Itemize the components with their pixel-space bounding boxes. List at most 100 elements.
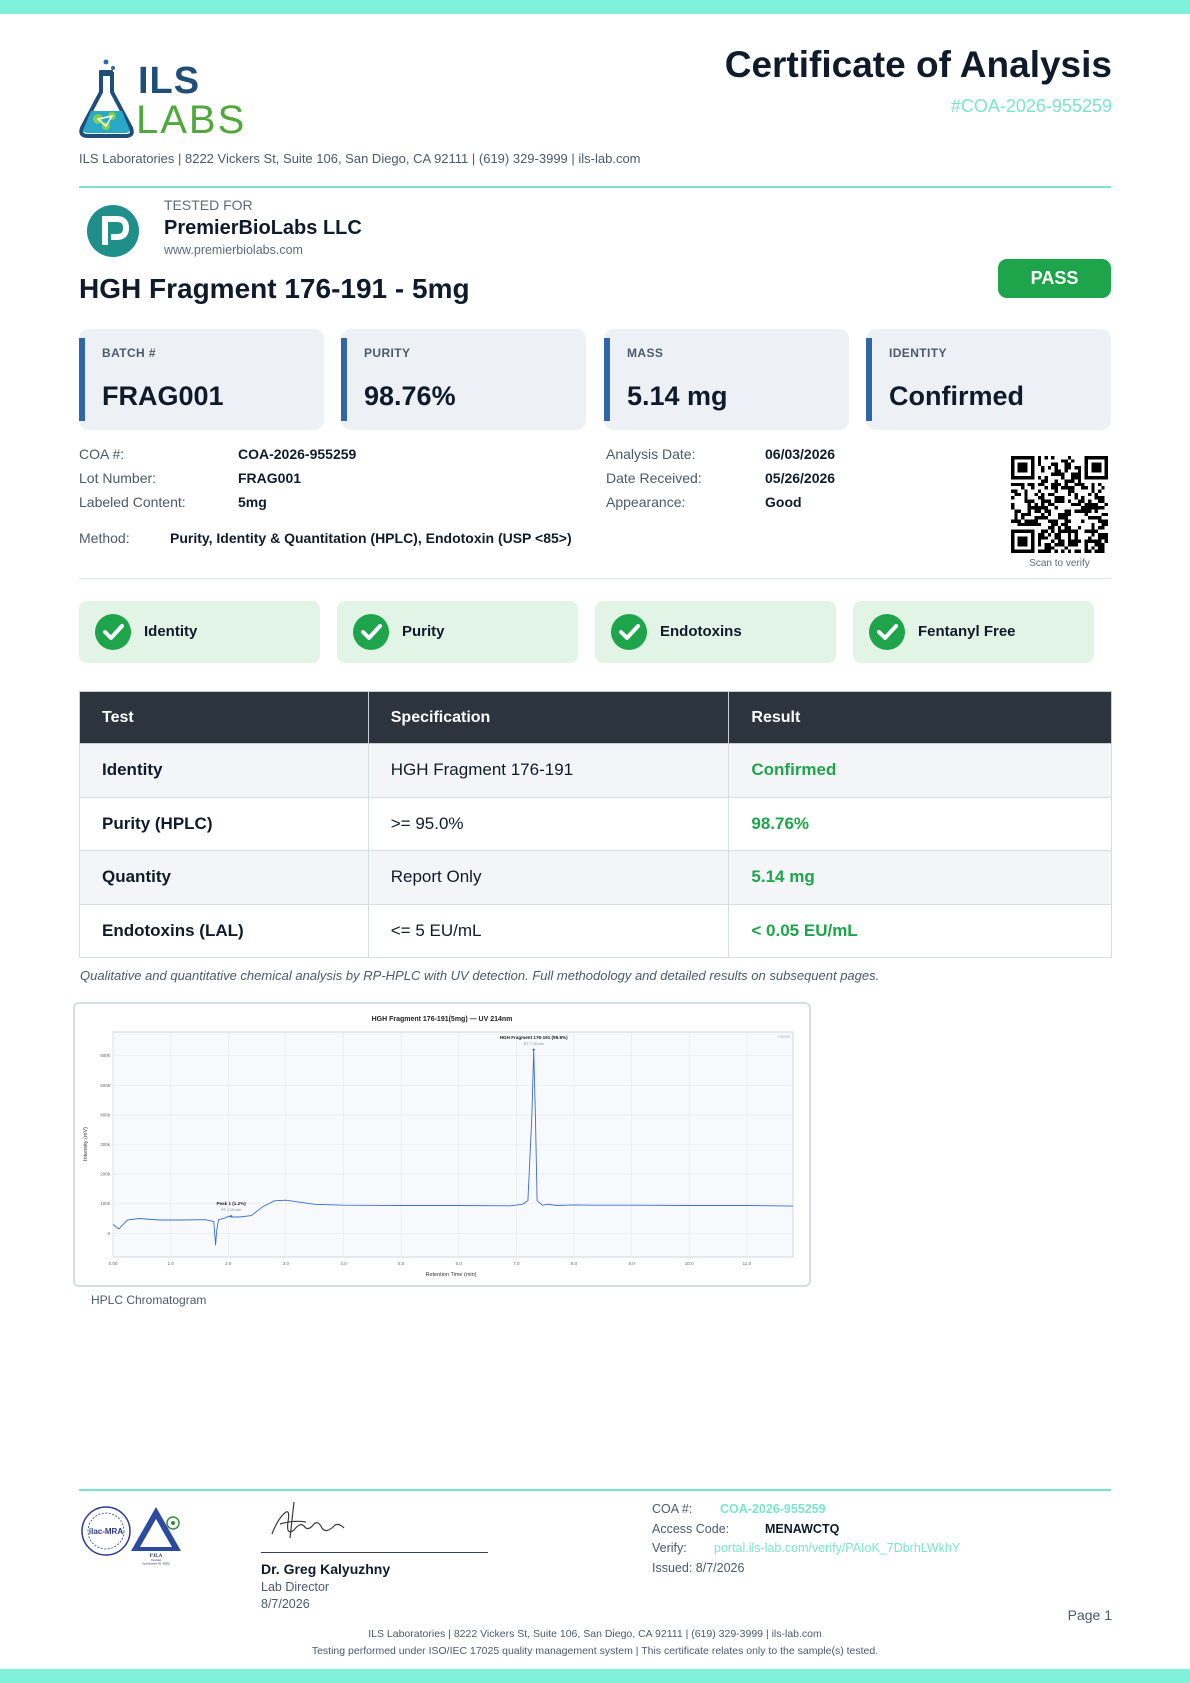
qr-module <box>1031 476 1035 480</box>
flask-icon <box>79 59 134 138</box>
qr-module <box>1041 469 1045 473</box>
qr-module <box>1094 502 1098 507</box>
qr-module <box>1027 499 1032 503</box>
qr-module <box>1061 486 1065 490</box>
qr-module <box>1034 502 1038 507</box>
qr-module <box>1077 499 1082 503</box>
qr-module <box>1067 456 1072 460</box>
accreditation-seals: ilac-MRA PJLA Testing Accreditation No. … <box>81 1503 185 1566</box>
qr-module <box>1047 549 1052 553</box>
qr-module <box>1094 496 1098 500</box>
qr-module <box>1104 536 1108 540</box>
qr-module <box>1024 456 1028 460</box>
lab-address: ILS Laboratories | 8222 Vickers St, Suit… <box>79 151 641 166</box>
qr-module <box>1061 459 1065 463</box>
qr-module <box>1104 532 1108 537</box>
qr-module <box>1091 532 1095 537</box>
qr-module <box>1014 476 1018 480</box>
detail-value: 5mg <box>238 494 267 510</box>
qr-module <box>1037 459 1042 463</box>
qr-module <box>1077 466 1082 470</box>
verify-link[interactable]: portal.ils-lab.com/verify/PAIoK_7DbrhLWk… <box>714 1541 960 1555</box>
qr-module <box>1014 516 1018 520</box>
qr-module <box>1071 459 1075 463</box>
qr-code-icon[interactable] <box>1011 456 1108 553</box>
qr-module <box>1074 532 1078 537</box>
qr-module <box>1087 529 1092 533</box>
qr-module <box>1067 499 1072 503</box>
qr-module <box>1037 462 1042 467</box>
qr-module <box>1097 462 1102 467</box>
qr-module <box>1061 522 1065 527</box>
qr-module <box>1087 549 1092 553</box>
qr-module <box>1034 516 1038 520</box>
qr-module <box>1047 512 1052 517</box>
qr-module <box>1024 536 1028 540</box>
qr-module <box>1041 466 1045 470</box>
qr-module <box>1064 469 1068 473</box>
qr-module <box>1054 536 1058 540</box>
qr-module <box>1064 529 1068 533</box>
qr-module <box>1061 499 1065 503</box>
qr-module <box>1041 496 1045 500</box>
qr-module <box>1104 512 1108 517</box>
qr-module <box>1024 489 1028 493</box>
qr-module <box>1021 486 1025 490</box>
qr-module <box>1011 529 1015 533</box>
client-name: PremierBioLabs LLC <box>164 217 362 239</box>
x-tick-label: 9.0 <box>629 1261 636 1266</box>
qr-module <box>1071 476 1075 480</box>
pass-badge: PASS <box>998 259 1111 298</box>
qr-module <box>1011 459 1015 463</box>
x-tick-label: 4.0 <box>340 1261 347 1266</box>
qr-module <box>1047 526 1052 530</box>
signer-role: Lab Director <box>261 1580 330 1594</box>
qr-module <box>1024 469 1028 473</box>
qr-module <box>1097 469 1102 473</box>
qr-module <box>1024 462 1028 467</box>
qr-module <box>1011 506 1015 510</box>
qr-module <box>1057 482 1062 487</box>
detail-value: COA-2026-955259 <box>238 446 357 462</box>
qr-module <box>1031 506 1035 510</box>
qr-module <box>1101 542 1105 547</box>
qr-module <box>1031 539 1035 543</box>
qr-module <box>1064 482 1068 487</box>
qr-module <box>1071 502 1075 507</box>
qr-module <box>1097 519 1102 523</box>
check-badge-fentanyl-free: Fentanyl Free <box>853 601 1094 663</box>
qr-module <box>1051 526 1055 530</box>
detail-label: COA #: <box>79 446 125 462</box>
scan-to-verify-label: Scan to verify <box>1029 558 1090 569</box>
qr-module <box>1084 469 1088 473</box>
stat-card-batch: BATCH # FRAG001 <box>79 329 324 430</box>
table-row: Purity (HPLC) >= 95.0% 98.76% <box>79 796 1112 851</box>
result: Confirmed <box>728 743 1112 798</box>
qr-module <box>1091 486 1095 490</box>
qr-module <box>1081 519 1085 523</box>
qr-module <box>1057 499 1062 503</box>
qr-module <box>1024 539 1028 543</box>
signer-name: Dr. Greg Kalyuzhny <box>261 1561 391 1577</box>
qr-module <box>1037 482 1042 487</box>
check-icon <box>869 614 905 650</box>
stat-label: PURITY <box>364 346 411 360</box>
qr-module <box>1031 532 1035 537</box>
detail-label: Labeled Content: <box>79 494 186 510</box>
qr-module <box>1074 502 1078 507</box>
qr-module <box>1037 496 1042 500</box>
qr-module <box>1097 489 1102 493</box>
detail-label: Appearance: <box>606 494 686 510</box>
qr-module <box>1064 486 1068 490</box>
qr-module <box>1017 482 1022 487</box>
qr-module <box>1094 462 1098 467</box>
qr-module <box>1054 496 1058 500</box>
chromatogram-caption: HPLC Chromatogram <box>91 1293 207 1307</box>
qr-module <box>1074 539 1078 543</box>
result: 98.76% <box>728 796 1112 851</box>
qr-module <box>1041 499 1045 503</box>
qr-module <box>1031 522 1035 527</box>
qr-module <box>1101 476 1105 480</box>
qr-module <box>1067 492 1072 497</box>
qr-module <box>1061 516 1065 520</box>
